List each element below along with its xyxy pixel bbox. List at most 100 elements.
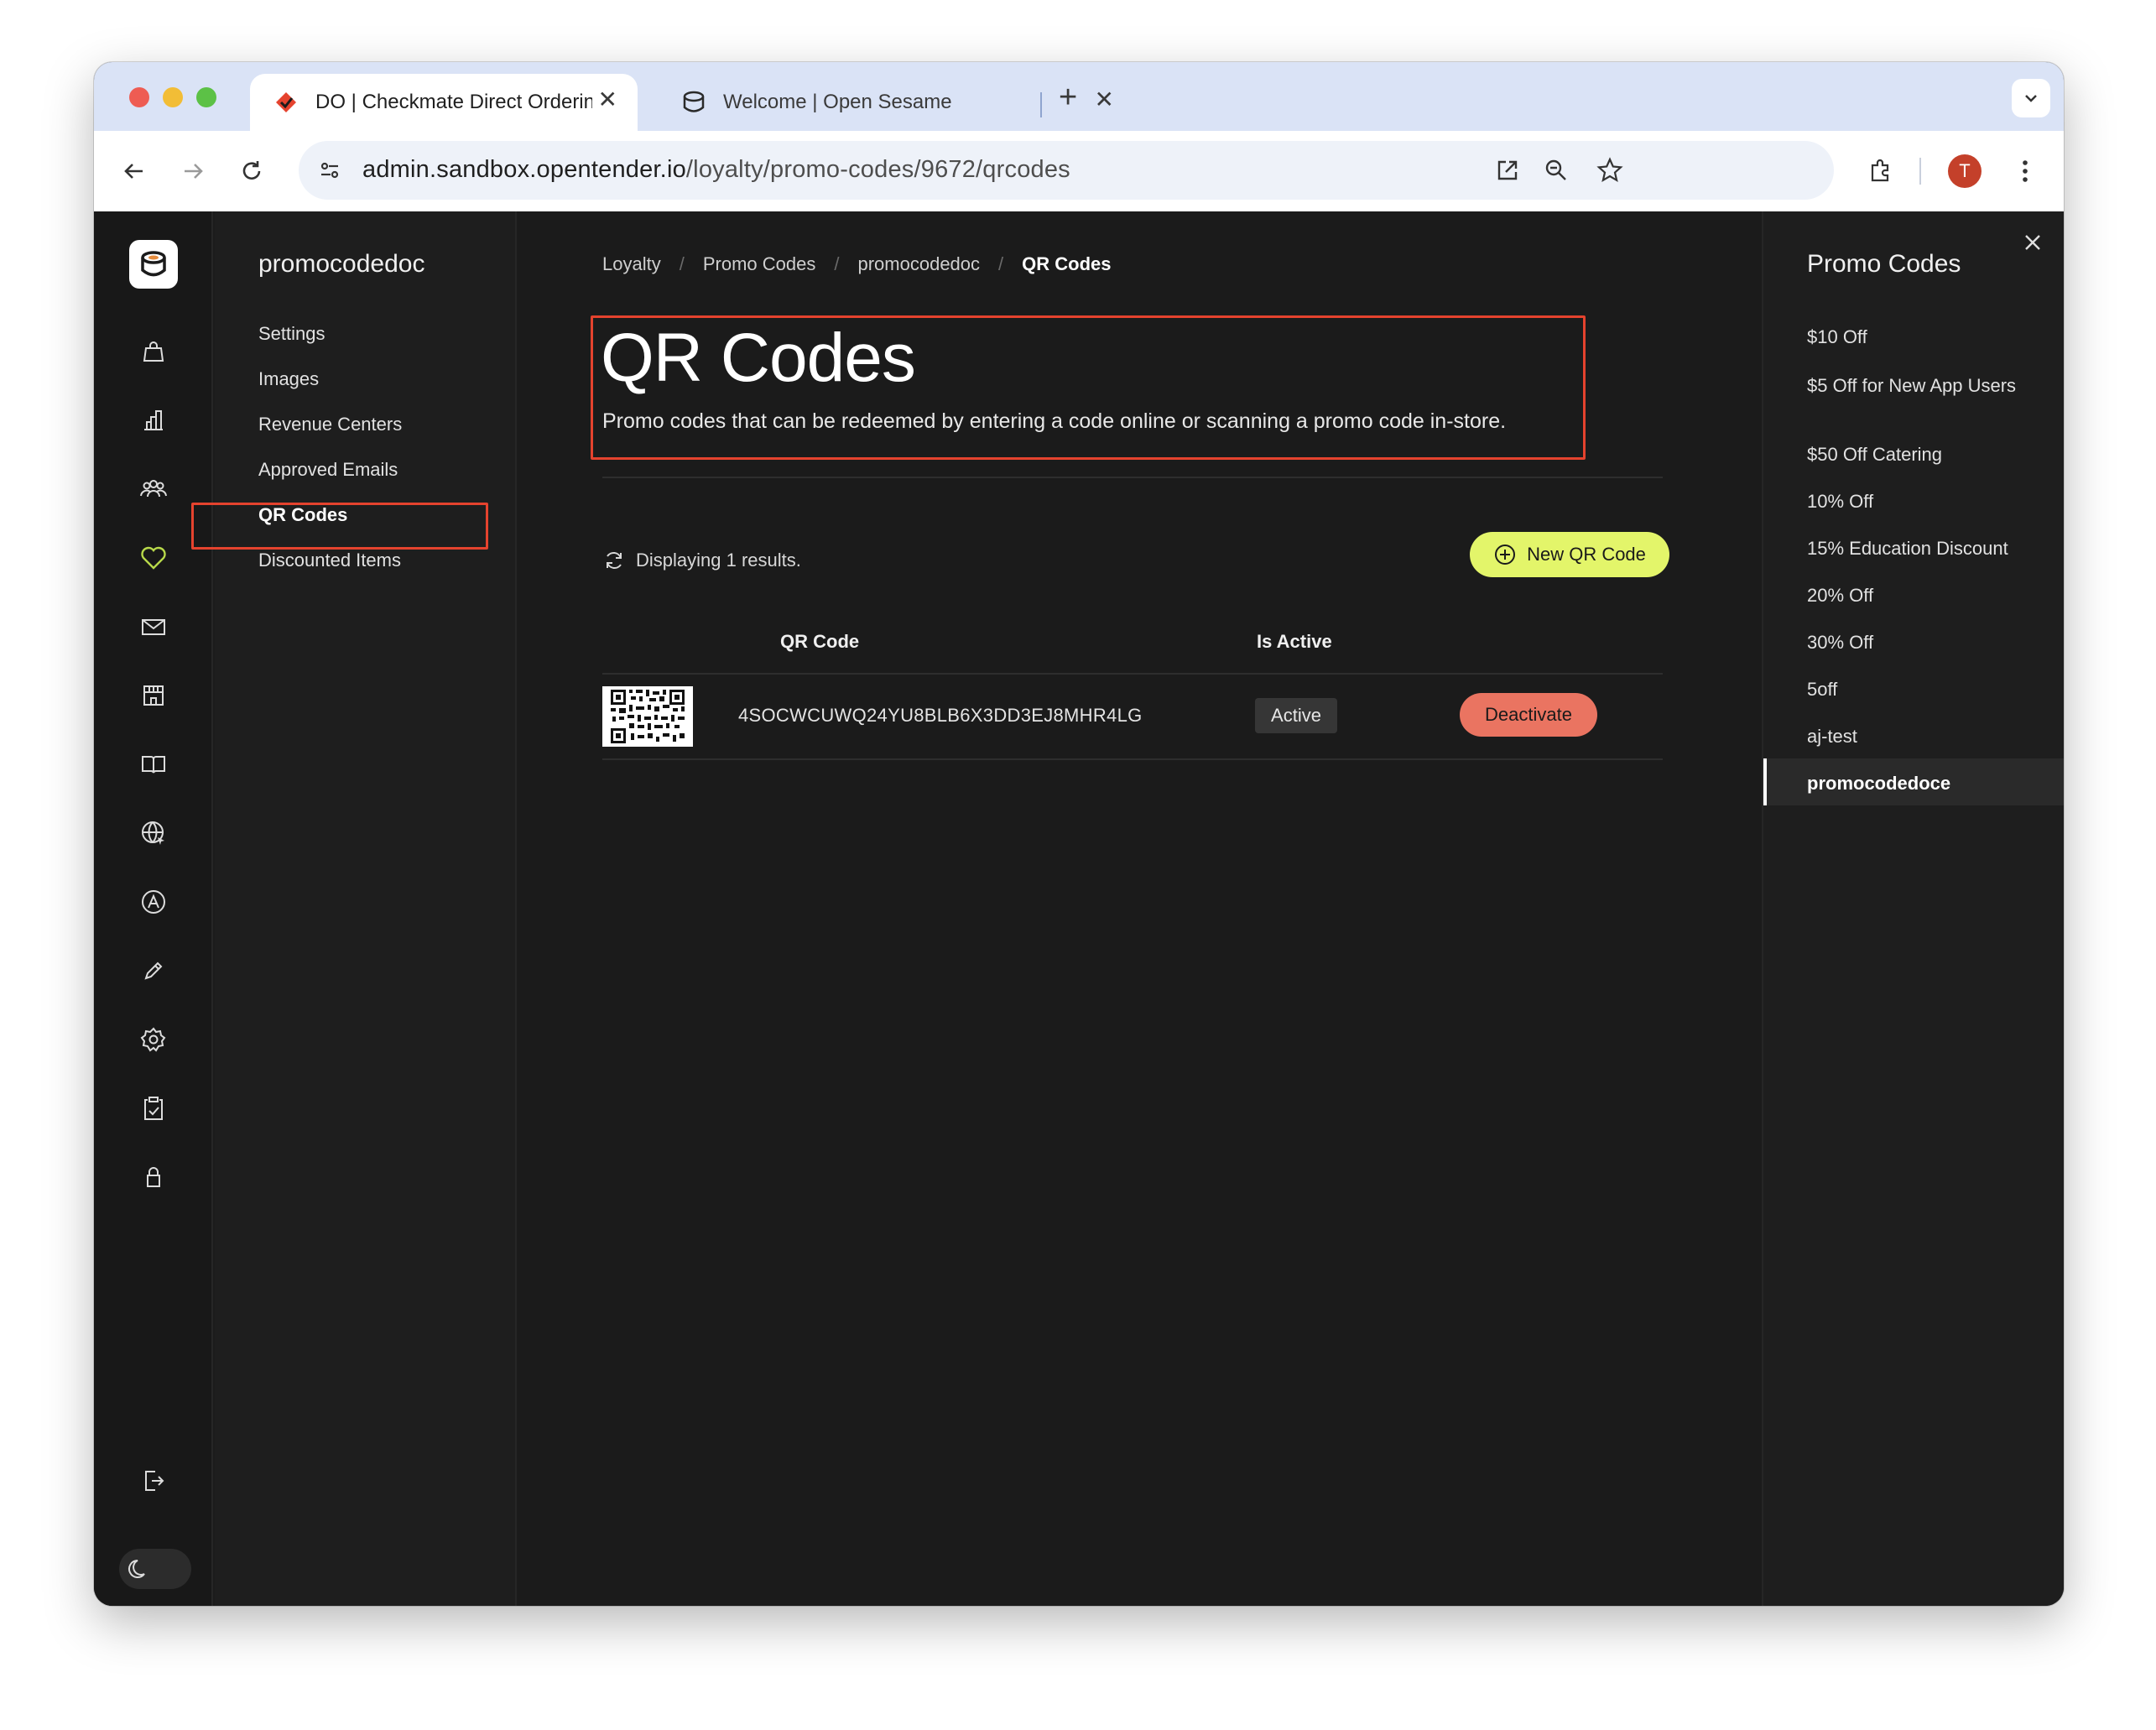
result-count: Displaying 1 results. — [602, 549, 801, 572]
promo-code-item[interactable]: 10% Off — [1807, 492, 2034, 512]
store-icon[interactable] — [136, 678, 171, 713]
bookmark-star-icon[interactable] — [1594, 154, 1626, 186]
profile-avatar[interactable]: T — [1948, 154, 1982, 188]
refresh-icon[interactable] — [602, 549, 626, 572]
header-divider — [602, 477, 1663, 478]
subnav-title: promocodedoc — [258, 250, 425, 278]
icon-rail — [94, 211, 213, 1606]
tab-search-button[interactable] — [2012, 79, 2050, 117]
status-badge: Active — [1255, 698, 1337, 733]
tab-title: DO | Checkmate Direct Ordering — [315, 91, 592, 113]
column-header-qr-code: QR Code — [780, 631, 860, 652]
toolbar-divider — [1919, 158, 1921, 185]
breadcrumb-separator: / — [998, 253, 1004, 274]
subnav-item-images[interactable]: Images — [258, 364, 319, 394]
promo-code-item-selected[interactable]: promocodedoce — [1807, 774, 2034, 794]
site-settings-icon[interactable] — [314, 154, 346, 186]
promo-code-item[interactable]: $5 Off for New App Users — [1807, 376, 2034, 396]
zoom-icon[interactable] — [1540, 154, 1572, 186]
reload-button[interactable] — [233, 153, 270, 190]
bag-icon[interactable] — [136, 334, 171, 369]
minimize-window-button[interactable] — [163, 87, 183, 107]
globe-icon[interactable] — [136, 815, 171, 851]
close-window-button[interactable] — [129, 87, 149, 107]
promo-code-item[interactable]: $50 Off Catering — [1807, 445, 2034, 465]
url-host: admin.sandbox.opentender.io — [362, 156, 686, 183]
promo-code-item[interactable]: 20% Off — [1807, 586, 2034, 606]
close-icon[interactable]: ✕ — [1095, 87, 1114, 112]
lock-icon[interactable] — [136, 1159, 171, 1195]
checkmate-logo-icon — [273, 90, 299, 115]
maximize-window-button[interactable] — [196, 87, 216, 107]
open-sesame-logo[interactable] — [129, 240, 178, 289]
page-title: QR Codes — [601, 320, 916, 396]
pencil-icon[interactable] — [136, 953, 171, 988]
new-qr-code-label: New QR Code — [1527, 544, 1646, 565]
address-bar[interactable]: admin.sandbox.opentender.io/loyalty/prom… — [299, 141, 1834, 200]
browser-toolbar: admin.sandbox.opentender.io/loyalty/prom… — [94, 131, 2064, 211]
breadcrumb-loyalty[interactable]: Loyalty — [602, 253, 661, 275]
subnav-item-approved-emails[interactable]: Approved Emails — [258, 455, 398, 485]
forward-button[interactable] — [174, 153, 211, 190]
promo-codes-panel: Promo Codes $10 Off $5 Off for New App U… — [1762, 211, 2064, 1606]
users-icon[interactable] — [136, 472, 171, 507]
promo-code-item[interactable]: $10 Off — [1807, 327, 2034, 347]
logout-icon[interactable] — [136, 1463, 171, 1498]
url-path: /loyalty/promo-codes/9672/qrcodes — [685, 156, 1070, 183]
app: promocodedoc Settings Images Revenue Cen… — [94, 211, 2064, 1606]
promo-code-item[interactable]: 30% Off — [1807, 633, 2034, 653]
url-text: admin.sandbox.opentender.io/loyalty/prom… — [362, 156, 1070, 184]
clipboard-icon[interactable] — [136, 1091, 171, 1126]
breadcrumb-current: QR Codes — [1022, 253, 1112, 274]
chart-icon[interactable] — [136, 403, 171, 438]
extensions-button[interactable] — [1862, 153, 1899, 190]
qr-codes-highlight-box — [191, 503, 488, 550]
table-row-divider — [602, 673, 1663, 675]
arrow-left-icon — [124, 164, 143, 179]
puzzle-icon — [1871, 159, 1889, 182]
tab-title: Welcome | Open Sesame — [723, 91, 952, 113]
close-icon[interactable]: ✕ — [598, 87, 617, 112]
qr-code-value: 4SOCWCUWQ24YU8BLB6X3DD3EJ8MHR4LG — [738, 705, 1143, 726]
browser-window: DO | Checkmate Direct Ordering ✕ Welcome… — [94, 62, 2064, 1606]
subnav-item-revenue-centers[interactable]: Revenue Centers — [258, 409, 402, 440]
moon-icon — [124, 1554, 154, 1584]
column-header-is-active: Is Active — [1257, 631, 1332, 652]
tab-separator — [1040, 92, 1042, 117]
close-icon[interactable] — [2020, 230, 2045, 255]
open-in-new-icon[interactable] — [1492, 154, 1523, 186]
arrow-right-icon — [185, 164, 203, 179]
browser-menu-button[interactable] — [2007, 153, 2044, 190]
promo-code-subnav: promocodedoc Settings Images Revenue Cen… — [215, 211, 517, 1606]
open-sesame-logo-icon — [681, 90, 706, 115]
plus-circle-icon — [1493, 543, 1517, 566]
back-button[interactable] — [116, 153, 153, 190]
tab-checkmate[interactable]: DO | Checkmate Direct Ordering ✕ — [250, 74, 638, 131]
gear-icon[interactable] — [136, 1022, 171, 1057]
subnav-item-discounted-items[interactable]: Discounted Items — [258, 545, 401, 576]
mail-icon[interactable] — [136, 609, 171, 644]
promo-code-item[interactable]: 5off — [1807, 680, 2034, 700]
new-tab-button[interactable]: + — [1059, 81, 1077, 114]
dark-mode-toggle[interactable] — [119, 1549, 191, 1589]
more-vertical-icon — [2023, 160, 2028, 182]
app-store-icon[interactable] — [136, 884, 171, 920]
breadcrumb-separator: / — [679, 253, 685, 274]
breadcrumb-separator: / — [834, 253, 840, 274]
page-subtitle: Promo codes that can be redeemed by ente… — [602, 409, 1507, 433]
new-qr-code-button[interactable]: New QR Code — [1470, 532, 1669, 577]
book-icon[interactable] — [136, 747, 171, 782]
promo-code-item[interactable]: aj-test — [1807, 727, 2034, 747]
deactivate-button[interactable]: Deactivate — [1460, 693, 1597, 737]
breadcrumb-promocodedoc[interactable]: promocodedoc — [857, 253, 980, 275]
promo-code-item[interactable]: 15% Education Discount — [1807, 539, 2034, 559]
table-row-divider — [602, 758, 1663, 760]
tab-strip: DO | Checkmate Direct Ordering ✕ Welcome… — [94, 62, 2064, 131]
breadcrumb-promo-codes[interactable]: Promo Codes — [703, 253, 816, 275]
heart-icon[interactable] — [136, 540, 171, 576]
breadcrumb: Loyalty / Promo Codes / promocodedoc / Q… — [602, 253, 1112, 275]
qr-code-image[interactable] — [602, 686, 693, 747]
result-count-text: Displaying 1 results. — [636, 550, 801, 571]
subnav-item-settings[interactable]: Settings — [258, 319, 325, 349]
panel-title: Promo Codes — [1807, 250, 1961, 278]
